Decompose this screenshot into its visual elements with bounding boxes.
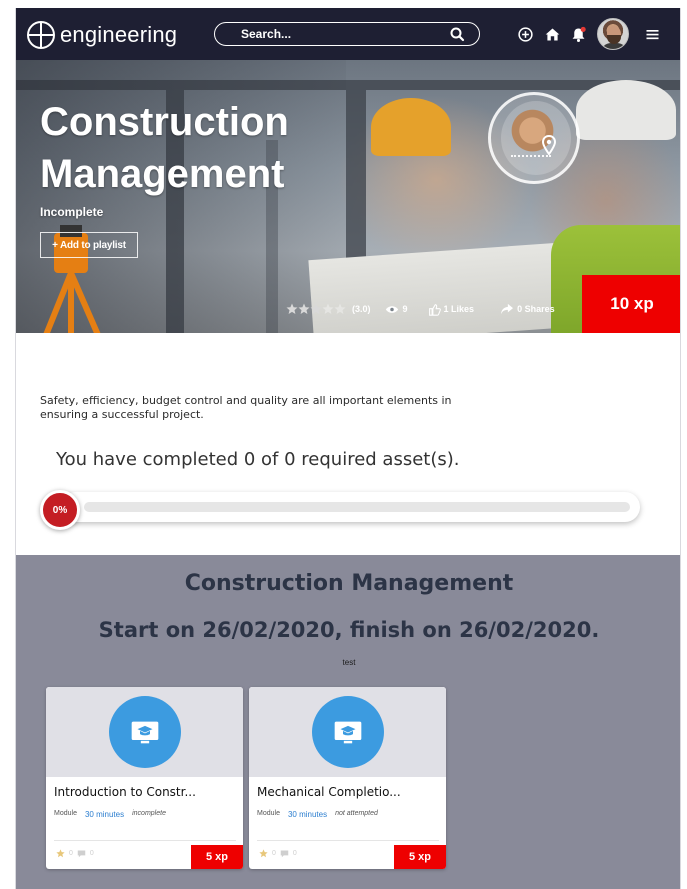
module-xp-badge: 5 xp [191, 845, 243, 869]
helmet-image [371, 98, 451, 156]
graduation-screen-icon [334, 721, 362, 743]
star-filled-icon[interactable] [286, 303, 298, 315]
module-rating: 0 [272, 850, 276, 857]
logo-icon [27, 21, 55, 49]
progress-percent: 0% [40, 490, 80, 530]
module-duration: 30 minutes [287, 810, 328, 819]
course-video-badge[interactable] [488, 92, 580, 184]
avatar[interactable] [597, 18, 629, 50]
comment-icon [280, 850, 289, 858]
home-icon[interactable] [542, 24, 562, 44]
add-to-playlist-button[interactable]: + Add to playlist [40, 232, 138, 258]
share-button[interactable]: 0 Shares [500, 303, 555, 315]
module-comments: 0 [89, 850, 94, 857]
menu-icon[interactable] [642, 24, 662, 44]
module-status: incomplete [132, 810, 166, 817]
eye-icon [385, 305, 398, 313]
modules-section: Construction Management Start on 26/02/2… [16, 555, 680, 889]
module-status: not attempted [335, 810, 378, 817]
logo[interactable]: engineering [26, 19, 177, 51]
module-thumbnail [46, 687, 243, 777]
module-name[interactable]: Introduction to Constr... [54, 785, 239, 799]
module-type: Module [257, 810, 280, 817]
modules-dates: Start on 26/02/2020, finish on 26/02/202… [98, 618, 600, 642]
search-bar [214, 22, 480, 46]
module-xp-badge: 5 xp [394, 845, 446, 869]
course-xp-badge: 10 xp [582, 275, 680, 333]
thumbs-up-icon [428, 303, 441, 316]
module-thumbnail [249, 687, 446, 777]
search-input[interactable] [241, 26, 431, 42]
module-duration: 30 minutes [84, 810, 125, 819]
share-count: 0 Shares [517, 304, 555, 314]
rating-stars[interactable] [286, 303, 346, 315]
modules-note: test [342, 658, 356, 667]
share-icon [501, 303, 514, 315]
star-empty-icon[interactable] [322, 303, 334, 315]
star-empty-icon[interactable] [334, 303, 346, 315]
module-type: Module [54, 810, 77, 817]
course-description: Safety, efficiency, budget control and q… [40, 394, 452, 421]
add-circle-icon[interactable] [515, 24, 535, 44]
app-frame: engineering Search... Construction Manag… [15, 8, 681, 889]
rating-value: (3.0) [352, 304, 371, 314]
logo-text: engineering [60, 22, 178, 47]
hero-banner: Construction Management Incomplete + Add… [16, 60, 680, 333]
star-icon [259, 849, 268, 858]
module-name[interactable]: Mechanical Completio... [257, 785, 442, 799]
graduation-screen-icon [131, 721, 159, 743]
course-status: Incomplete [40, 205, 104, 219]
module-comments: 0 [292, 850, 297, 857]
top-navbar: engineering [16, 8, 680, 60]
star-filled-icon[interactable] [310, 303, 322, 315]
module-card[interactable]: Introduction to Constr... Module 30 minu… [46, 687, 243, 869]
like-count: 1 Likes [443, 304, 475, 314]
star-filled-icon[interactable] [298, 303, 310, 315]
completion-summary: You have completed 0 of 0 required asset… [56, 449, 460, 470]
view-count: 9 [402, 304, 408, 314]
location-pin-icon [541, 135, 557, 155]
comment-icon [77, 850, 86, 858]
course-title: Construction Management [40, 100, 289, 196]
search-icon[interactable] [449, 26, 465, 42]
module-rating: 0 [69, 850, 73, 857]
like-button[interactable]: 1 Likes [428, 303, 475, 316]
star-icon [56, 849, 65, 858]
modules-title: Construction Management [184, 571, 514, 596]
module-card[interactable]: Mechanical Completio... Module 30 minute… [249, 687, 446, 869]
progress-track [60, 492, 640, 522]
course-stats: (3.0) 9 1 Likes 0 Shares [286, 301, 555, 317]
progress-bar: 0% [40, 490, 640, 530]
bell-icon[interactable] [568, 24, 588, 44]
